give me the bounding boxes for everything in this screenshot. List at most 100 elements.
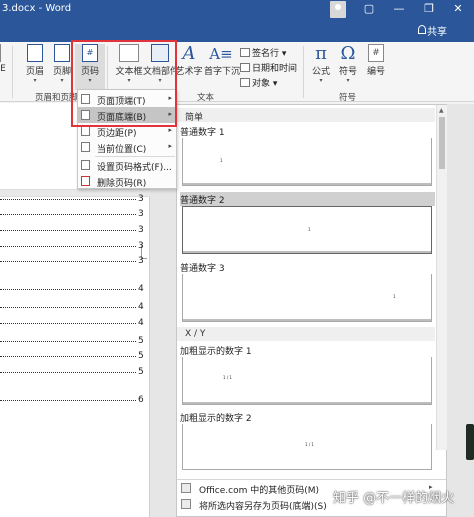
number-icon: #	[368, 44, 384, 62]
gallery-item-plain-number-3[interactable]: 1	[182, 274, 432, 322]
group-label-symbols: 符号	[339, 93, 357, 103]
remove-icon	[81, 176, 90, 186]
toc-entry[interactable]: 3	[0, 225, 150, 237]
scroll-up-icon[interactable]: ▲	[439, 107, 444, 114]
toc-page-number: 3	[138, 209, 144, 219]
ribbon-tab-row: 共享	[0, 20, 474, 42]
toc-leader-dots	[0, 261, 136, 262]
share-button[interactable]: 共享	[427, 23, 447, 38]
gallery-item-plain-number-1[interactable]: 1	[182, 138, 432, 186]
page-number-icon: #	[82, 44, 98, 62]
omega-icon: Ω	[340, 43, 356, 64]
chevron-right-icon: ▸	[168, 110, 172, 118]
chevron-right-icon: ▸	[168, 126, 172, 134]
menu-item-page-margins[interactable]: 页边距(P) ▸	[78, 123, 176, 139]
toc-page-number: 4	[138, 302, 144, 312]
toc-leader-dots	[0, 199, 136, 200]
toc-page-number: 6	[138, 395, 144, 405]
page-bottom-icon	[81, 110, 90, 120]
footer-icon	[54, 44, 70, 62]
share-icon	[418, 25, 426, 34]
toc-page-number: 5	[138, 351, 144, 361]
chevron-right-icon: ▸	[168, 142, 172, 150]
chevron-down-icon: ▾	[88, 77, 92, 84]
toc-leader-dots	[0, 372, 136, 373]
gallery-item-title: 普通数字 1	[180, 128, 225, 138]
document-parts-button[interactable]: 文档部件 ▾	[143, 44, 179, 84]
gallery-scrollbar[interactable]: ▲	[436, 105, 447, 450]
gallery-item-title: 普通数字 3	[180, 264, 225, 274]
toc-entry[interactable]: 3	[0, 209, 150, 221]
group-separator	[12, 46, 13, 98]
group-separator	[303, 46, 304, 98]
object-icon	[240, 78, 250, 87]
toc-entry[interactable]: 4	[0, 284, 150, 296]
text-box-button[interactable]: 文本框 ▾	[113, 44, 145, 84]
chevron-down-icon: ▾	[319, 77, 323, 84]
toc-leader-dots	[0, 323, 136, 324]
toc-entry[interactable]: 4	[0, 318, 150, 330]
toc-entry[interactable]: 5	[0, 367, 150, 379]
gallery-section-simple: 简单	[177, 108, 435, 123]
drop-cap-icon: A≡	[209, 45, 233, 63]
gallery-item-title: 普通数字 2	[180, 192, 435, 206]
side-grip	[466, 424, 474, 460]
toc-entry[interactable]: 6	[0, 395, 150, 407]
menu-item-remove-page-numbers[interactable]: 删除页码(R)	[78, 173, 176, 189]
menu-item-format-page-numbers[interactable]: 设置页码格式(F)...	[78, 157, 176, 173]
toc-page-number: 5	[138, 336, 144, 346]
gallery-item-plain-number-2[interactable]: 1	[182, 206, 432, 254]
group-label-header-footer: 页眉和页脚	[35, 93, 78, 103]
page-margin-icon	[81, 126, 90, 136]
toc-leader-dots	[0, 356, 136, 357]
thumb-bottom-edge	[183, 251, 431, 253]
restore-button[interactable]: ❐	[417, 2, 441, 15]
title-bar: 3.docx - Word ▢ — ❐ ✕	[0, 0, 474, 20]
page-top-icon	[81, 94, 90, 104]
ribbon-left-edge-button[interactable]: E	[0, 44, 8, 74]
symbol-button[interactable]: Ω 符号 ▾	[333, 43, 363, 85]
object-button[interactable]: 对象 ▾	[240, 76, 277, 89]
pi-icon: π	[315, 43, 327, 64]
toc-leader-dots	[0, 230, 136, 231]
chevron-down-icon: ▾	[60, 77, 64, 84]
scrollbar-thumb[interactable]	[439, 117, 445, 169]
office-icon	[181, 483, 191, 493]
toc-entry[interactable]: 3	[0, 241, 150, 253]
wordart-button[interactable]: A 艺术字	[175, 43, 203, 78]
toc-entry[interactable]: 5	[0, 351, 150, 363]
gallery-item-bold-number-2[interactable]: 1 / 1	[182, 424, 432, 470]
gallery-item-bold-number-1[interactable]: 1 / 1	[182, 357, 432, 405]
toc-entry[interactable]: 3	[0, 256, 150, 268]
page-number-button[interactable]: # 页码 ▾	[75, 44, 105, 90]
minimize-button[interactable]: —	[387, 2, 411, 15]
signature-line-button[interactable]: 签名行 ▾	[240, 46, 286, 59]
chevron-down-icon: ▾	[127, 77, 131, 84]
footer-button[interactable]: 页脚 ▾	[47, 44, 77, 84]
equation-button[interactable]: π 公式 ▾	[306, 43, 336, 85]
drop-cap-button[interactable]: A≡ 首字下沉	[204, 44, 240, 77]
date-time-button[interactable]: 日期和时间	[240, 61, 297, 74]
ribbon-display-options-button[interactable]: ▢	[357, 2, 381, 15]
save-gallery-icon	[181, 499, 191, 509]
group-label-text: 文本	[197, 93, 215, 103]
text-box-icon	[119, 44, 139, 62]
calendar-icon	[240, 63, 250, 72]
wordart-icon: A	[182, 43, 196, 64]
chevron-down-icon: ▾	[346, 77, 350, 84]
toc-entry[interactable]: 4	[0, 302, 150, 314]
menu-item-bottom-of-page[interactable]: 页面底端(B) ▸	[78, 107, 176, 123]
gallery-item-title: 加粗显示的数字 2	[180, 414, 252, 424]
menu-item-current-position[interactable]: 当前位置(C) ▸	[78, 139, 176, 155]
numbering-button[interactable]: # 编号	[361, 44, 391, 77]
toc-entry[interactable]: 3	[0, 194, 150, 206]
toc-entry[interactable]: 5	[0, 336, 150, 348]
current-position-icon	[81, 142, 90, 152]
account-avatar[interactable]	[330, 1, 346, 18]
toc-page-number: 4	[138, 318, 144, 328]
gallery-item-title: 加粗显示的数字 1	[180, 347, 252, 357]
thumb-bottom-edge	[183, 183, 431, 185]
close-button[interactable]: ✕	[446, 2, 470, 15]
header-button[interactable]: 页眉 ▾	[20, 44, 50, 84]
menu-item-top-of-page[interactable]: 页面顶端(T) ▸	[78, 91, 176, 107]
